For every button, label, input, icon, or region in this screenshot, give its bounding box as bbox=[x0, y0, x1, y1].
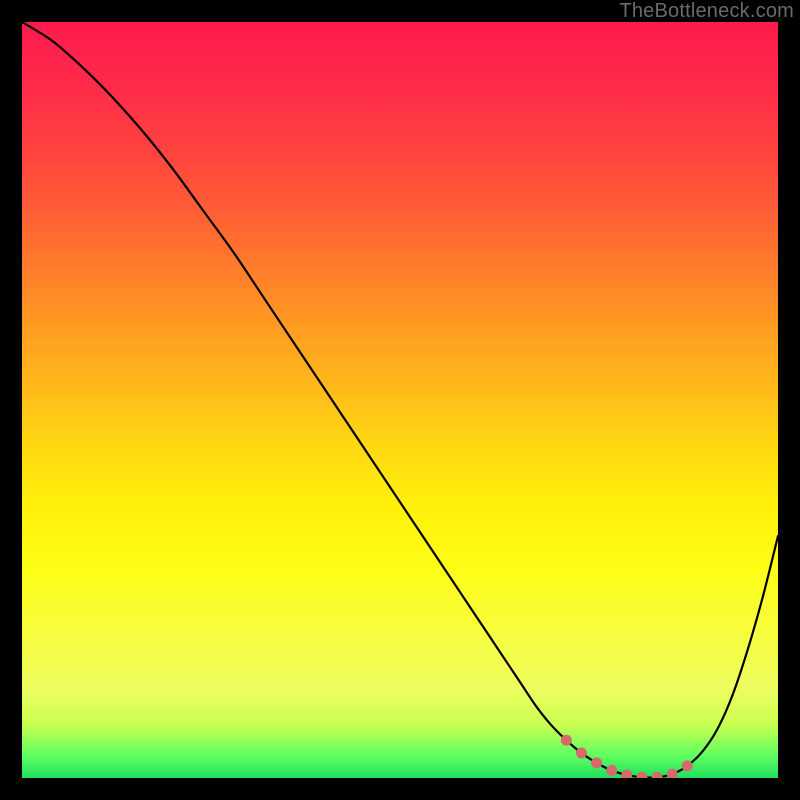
highlight-markers bbox=[561, 735, 693, 778]
highlight-marker bbox=[636, 772, 647, 778]
highlight-marker bbox=[682, 760, 693, 771]
highlight-marker bbox=[591, 757, 602, 768]
highlight-marker bbox=[606, 765, 617, 776]
highlight-marker bbox=[576, 748, 587, 759]
highlight-marker bbox=[652, 772, 663, 778]
chart-frame: TheBottleneck.com bbox=[0, 0, 800, 800]
highlight-marker bbox=[561, 735, 572, 746]
highlight-marker bbox=[667, 769, 678, 778]
highlight-marker bbox=[621, 769, 632, 778]
chart-svg bbox=[22, 22, 778, 778]
bottleneck-curve bbox=[22, 22, 778, 778]
watermark-text: TheBottleneck.com bbox=[619, 0, 794, 23]
